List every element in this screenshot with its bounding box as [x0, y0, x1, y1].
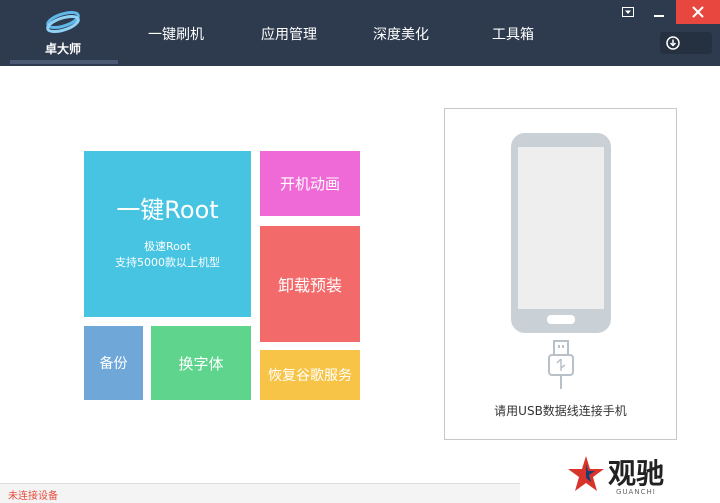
phone-icon [511, 133, 611, 333]
menu-dropdown-icon [622, 7, 634, 17]
active-tab-indicator [10, 60, 118, 64]
close-button[interactable] [676, 0, 720, 24]
nav-one-click-flash[interactable]: 一键刷机 [148, 24, 204, 44]
change-font-tile[interactable]: 换字体 [151, 326, 251, 400]
nav-toolbox[interactable]: 工具箱 [492, 24, 534, 44]
download-button[interactable] [660, 32, 712, 54]
menu-button[interactable] [614, 0, 642, 24]
minimize-icon [654, 15, 664, 17]
watermark-subtext: GUANCHI [616, 488, 656, 496]
root-subtitle-line1: 极速Root [144, 239, 191, 253]
root-subtitle-line2: 支持5000款以上机型 [115, 255, 220, 269]
nav-deep-beautify[interactable]: 深度美化 [373, 24, 429, 44]
device-connect-panel: 请用USB数据线连接手机 [444, 108, 677, 440]
app-logo: 卓大师 [38, 6, 88, 60]
logo-text: 卓大师 [44, 42, 81, 56]
one-click-root-tile[interactable]: 一键Root 极速Root 支持5000款以上机型 [84, 151, 251, 317]
backup-tile[interactable]: 备份 [84, 326, 143, 400]
close-icon [692, 6, 704, 18]
usb-cable-icon [548, 340, 574, 389]
uninstall-preinstalled-tile[interactable]: 卸载预装 [260, 226, 360, 342]
watermark: 观驰 GUANCHI [520, 446, 720, 502]
logo-icon [46, 10, 80, 34]
root-description: 极速Root 支持5000款以上机型 [115, 239, 220, 271]
watermark-star-icon [568, 456, 604, 491]
nav-app-management[interactable]: 应用管理 [261, 24, 317, 44]
root-title: 一键Root [116, 195, 219, 224]
status-bar: 未连接设备 [0, 483, 520, 503]
boot-animation-tile[interactable]: 开机动画 [260, 151, 360, 216]
title-bar: 卓大师 一键刷机 应用管理 深度美化 工具箱 [0, 0, 720, 66]
minimize-button[interactable] [644, 0, 674, 24]
connect-device-hint: 请用USB数据线连接手机 [494, 404, 627, 418]
download-icon [666, 36, 680, 50]
watermark-text: 观驰 [608, 457, 665, 490]
connection-status: 未连接设备 [8, 491, 58, 502]
restore-google-services-tile[interactable]: 恢复谷歌服务 [260, 350, 360, 400]
